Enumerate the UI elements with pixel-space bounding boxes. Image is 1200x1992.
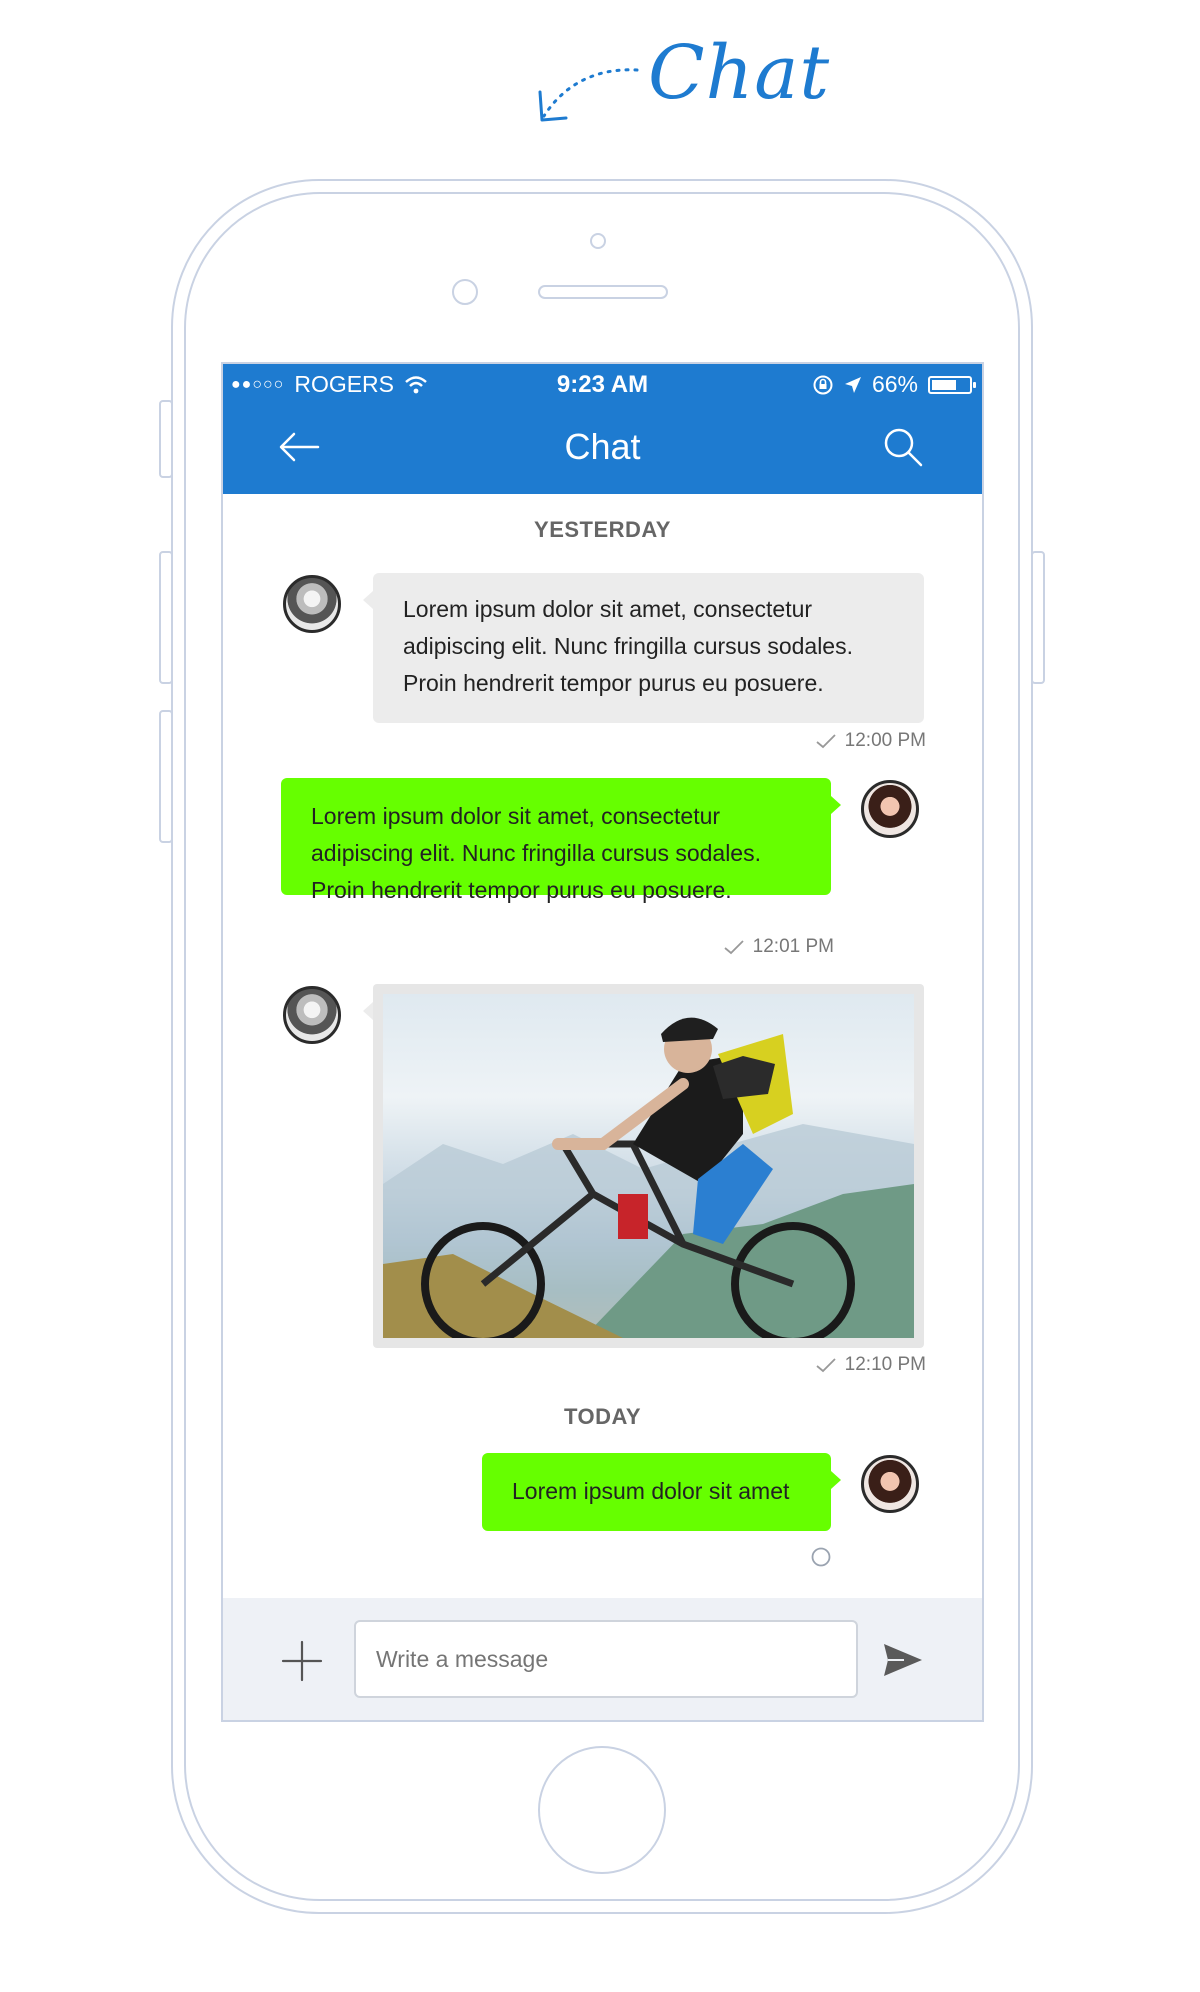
header-title: Chat [564,426,641,467]
message-line: adipiscing elit. Nunc fringilla cursus s… [403,633,853,659]
message-bubble-incoming[interactable]: Lorem ipsum dolor sit amet, consectetur … [363,573,924,723]
date-separator-today: TODAY [563,1404,642,1429]
status-bar: ●●○○○ ROGERS 9:23 AM 66% [223,364,982,404]
plus-icon[interactable] [281,1640,323,1682]
message-line: Proin hendrerit tempor purus eu posuere. [403,670,824,696]
photo-cyclist[interactable] [383,994,914,1338]
power-button [1031,551,1045,684]
cyclist-image [383,1017,914,1338]
message-meta: 12:10 PM [815,1354,926,1376]
orientation-lock-icon [813,375,833,394]
avatar-self[interactable] [861,1455,919,1513]
phone-screen: ●●○○○ ROGERS 9:23 AM 66% Chat YESTERDAY … [221,362,984,1722]
page-title: Chat [648,30,831,116]
avatar-self[interactable] [861,780,919,838]
message-time: 12:10 PM [844,1354,926,1375]
proximity-sensor [452,279,478,305]
message-meta: 12:00 PM [815,730,926,752]
message-composer [223,1598,982,1720]
photo-message[interactable] [363,984,924,1348]
avatar-contact[interactable] [283,986,341,1044]
check-icon [816,1358,836,1373]
check-icon [724,940,744,955]
send-icon[interactable] [882,1642,924,1678]
battery-level [932,379,956,390]
search-icon[interactable] [882,426,924,468]
message-bubble-outgoing[interactable]: Lorem ipsum dolor sit amet, consectetur … [281,778,841,903]
location-icon [844,376,861,393]
message-line: adipiscing elit. Nunc fringilla cursus s… [311,840,761,866]
message-line: Proin hendrerit tempor purus eu posuere. [311,877,732,903]
volume-up-button [159,551,173,684]
message-bubble-outgoing[interactable]: Lorem ipsum dolor sit amet [482,1453,841,1531]
message-time: 12:00 PM [844,730,926,751]
message-line: Lorem ipsum dolor sit amet, consectetur [403,596,813,622]
date-separator-yesterday: YESTERDAY [534,517,671,542]
battery-icon [928,375,976,394]
home-button[interactable] [538,1746,666,1874]
avatar-contact[interactable] [283,575,341,633]
navigation-bar: Chat [223,404,982,494]
check-icon [816,734,836,749]
message-time: 12:01 PM [752,936,834,957]
volume-down-button [159,710,173,843]
sending-status-icon [811,1547,831,1567]
battery-percent: 66% [871,371,918,397]
mute-switch [159,400,173,478]
message-line: Lorem ipsum dolor sit amet, consectetur [311,803,721,829]
message-text: Lorem ipsum dolor sit amet [512,1478,790,1504]
message-input[interactable] [354,1620,858,1698]
message-meta: 12:01 PM [723,936,834,958]
front-camera [590,233,606,249]
earpiece-speaker [538,285,668,299]
curved-arrow-icon [538,68,639,122]
